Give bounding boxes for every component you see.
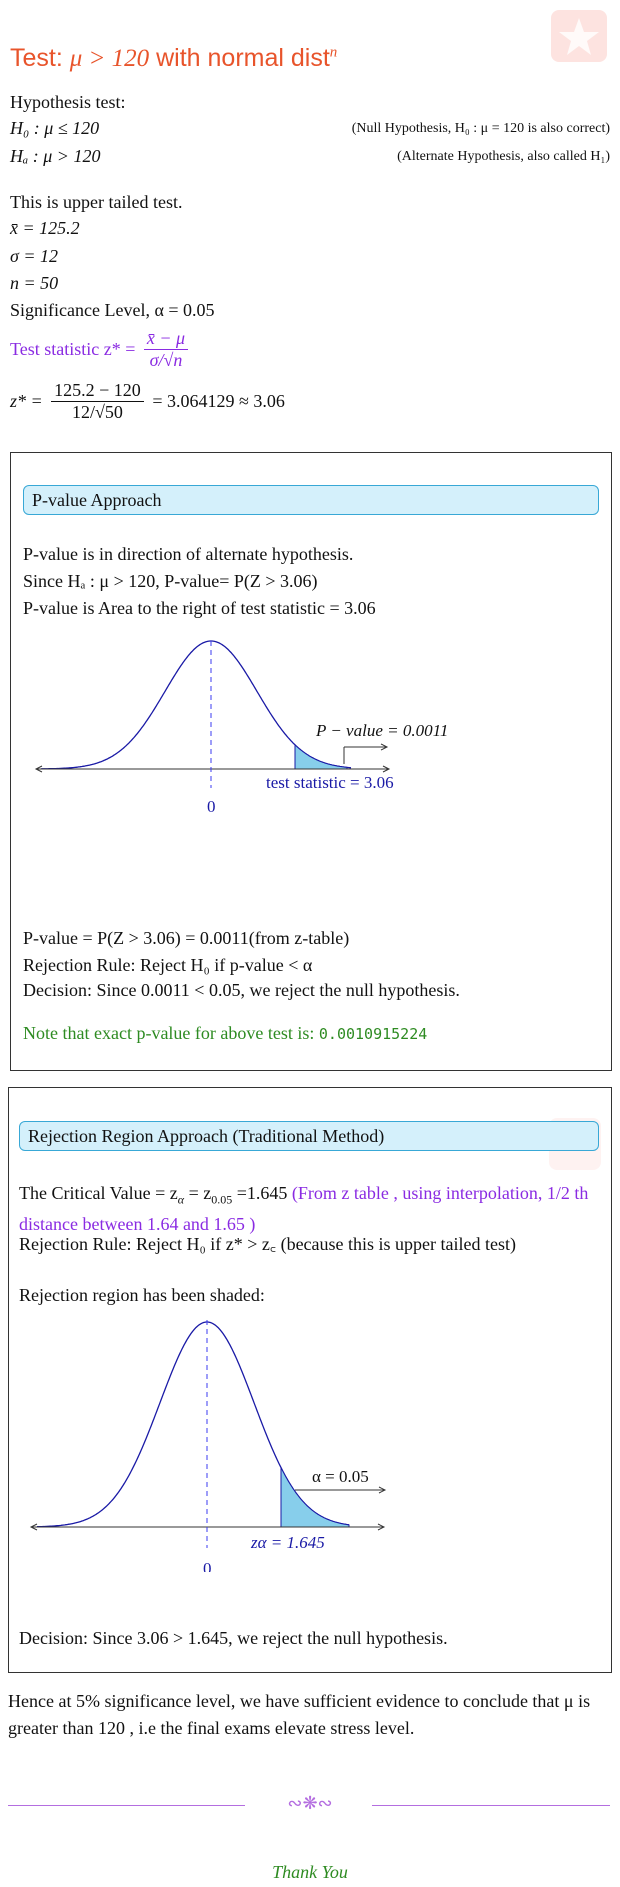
pvalue-rejection-rule: Rejection Rule: Reject H₀ if p-value < α <box>23 955 313 975</box>
test-statistic-axis-label: test statistic = 3.06 <box>266 773 394 792</box>
rejection-normal-curve: α = 0.05 zα = 1.645 0 <box>29 1320 387 1572</box>
exact-pvalue-value: 0.0010915224 <box>318 1025 428 1043</box>
rejection-region-box: Rejection Region Approach (Traditional M… <box>8 1087 612 1673</box>
hypothesis-heading: Hypothesis test: <box>10 92 126 112</box>
star-logo-icon <box>559 18 599 55</box>
null-hypothesis-note: (Null Hypothesis, H₀ : μ = 120 is also c… <box>351 121 610 136</box>
pvalue-curve-label: P − value = 0.0011 <box>315 721 448 740</box>
pvalue-line2: Since Hₐ : μ > 120, P-value= P(Z > 3.06) <box>23 571 318 591</box>
pvalue-approach-box: P-value Approach P-value is in direction… <box>10 452 612 1071</box>
sample-size: n = 50 <box>10 273 59 293</box>
test-statistic-formula: Test statistic z* = x̄ − μ σ/√n <box>10 328 192 371</box>
pvalue-zero-label: 0 <box>207 797 216 816</box>
footer-rule-right <box>372 1805 610 1806</box>
footer-ornament-icon: ∾❋∾ <box>287 1793 333 1814</box>
alpha-label: α = 0.05 <box>312 1467 369 1486</box>
pvalue-normal-curve: P − value = 0.0011 test statistic = 3.06… <box>34 640 448 816</box>
rejection-decision: Decision: Since 3.06 > 1.645, we reject … <box>19 1628 448 1648</box>
page-title: Test: μ > 120 with normal distn <box>10 44 338 72</box>
rejection-rule: Rejection Rule: Reject H₀ if z* > z꜀ (be… <box>19 1234 517 1254</box>
critical-value-text: The Critical Value = zα = z0.05 =1.645 (… <box>19 1183 589 1234</box>
rejection-banner: Rejection Region Approach (Traditional M… <box>19 1121 599 1151</box>
pvalue-curve-line <box>40 640 352 770</box>
alternate-hypothesis: Hₐ : μ > 120 <box>10 146 101 166</box>
critical-z-label: zα = 1.645 <box>250 1533 325 1552</box>
pvalue-line1: P-value is in direction of alternate hyp… <box>23 544 354 564</box>
rejection-curve-line <box>37 1321 350 1528</box>
tail-statement: This is upper tailed test. <box>10 192 183 212</box>
sample-mean: x̄ = 125.2 <box>10 218 80 238</box>
alternate-hypothesis-note: (Alternate Hypothesis, also called H₁) <box>397 149 610 164</box>
sigma-value: σ = 12 <box>10 246 59 266</box>
thank-you-text: Thank You <box>272 1862 348 1882</box>
null-hypothesis: H₀ : μ ≤ 120 <box>10 118 100 138</box>
pvalue-shaded-area <box>294 743 348 770</box>
test-statistic-calculation: z* = 125.2 − 120 12/√50 = 3.064129 ≈ 3.06 <box>10 380 285 422</box>
pvalue-decision: Decision: Since 0.0011 < 0.05, we reject… <box>23 980 460 1000</box>
rejection-zero-label: 0 <box>203 1559 212 1572</box>
pvalue-line3: P-value is Area to the right of test sta… <box>23 598 376 618</box>
exact-pvalue-note: Note that exact p-value for above test i… <box>23 1023 428 1043</box>
pvalue-result: P-value = P(Z > 3.06) = 0.0011(from z-ta… <box>23 928 350 948</box>
conclusion-text: Hence at 5% significance level, we have … <box>8 1691 591 1738</box>
footer-rule-left <box>8 1805 245 1806</box>
pvalue-banner: P-value Approach <box>23 485 599 515</box>
rejection-shaded-note: Rejection region has been shaded: <box>19 1285 265 1305</box>
logo-watermark <box>551 10 607 62</box>
significance-level: Significance Level, α = 0.05 <box>10 300 215 320</box>
